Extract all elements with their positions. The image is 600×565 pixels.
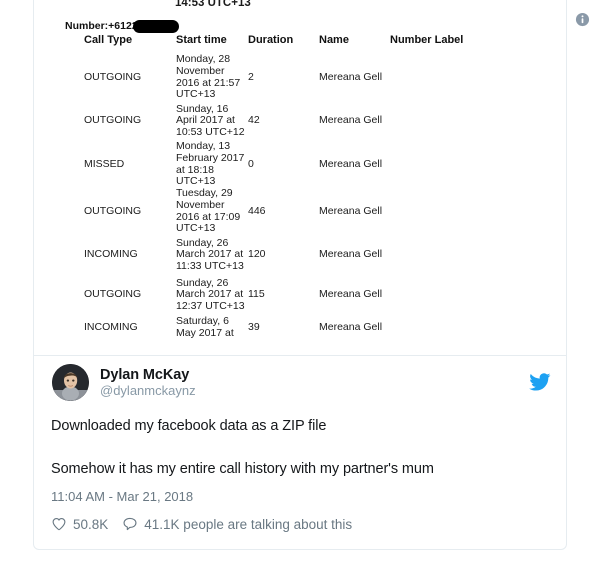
cell-number-label <box>390 275 566 315</box>
engagement-row: 50.8K 41.1K people are talking about thi… <box>51 516 352 532</box>
table-row: MISSED Monday, 13 February 2017 at 18:18… <box>34 141 566 188</box>
redaction-bar <box>133 19 179 33</box>
cell-number-label <box>390 141 566 188</box>
tweet-timestamp[interactable]: 11:04 AM - Mar 21, 2018 <box>51 489 193 504</box>
reply-button[interactable]: 41.1K people are talking about this <box>122 516 352 532</box>
table-row: OUTGOING Monday, 28 November 2016 at 21:… <box>34 54 566 101</box>
cell-start-time: Sunday, 26 March 2017 at 12:37 UTC+13 <box>176 276 245 312</box>
cell-name: Mereana Gell <box>319 70 383 83</box>
cell-start-time-text: Saturday, 6 May 2017 at <box>176 316 234 339</box>
column-header-name: Name <box>319 34 349 46</box>
table-header-row: Call Type Start time Duration Name Numbe… <box>34 32 566 54</box>
partial-cutoff-row: INCOMING Wednesday, 11 Jan 13 Missed Cal… <box>34 0 566 13</box>
tweet-text-line-2: Somehow it has my entire call history wi… <box>51 461 434 477</box>
comment-icon <box>122 516 138 532</box>
cell-name: Mereana Gell <box>319 114 383 127</box>
cell-number-label <box>390 188 566 235</box>
cell-name: Mereana Gell <box>319 204 383 217</box>
like-button[interactable]: 50.8K <box>51 516 108 532</box>
reply-count-text: 41.1K people are talking about this <box>144 516 353 532</box>
cell-number-label <box>390 101 566 141</box>
table-row: INCOMING Saturday, 6 May 2017 at 39 Mere… <box>34 315 566 341</box>
cell-name: Mereana Gell <box>319 321 383 334</box>
author-name[interactable]: Dylan McKay <box>100 367 196 383</box>
author-handle[interactable]: @dylanmckaynz <box>100 383 196 399</box>
cell-duration: 2 <box>248 70 254 83</box>
cell-call-type: OUTGOING <box>84 114 142 127</box>
cell-start-time: Sunday, 26 March 2017 at 11:33 UTC+13 <box>176 236 244 272</box>
cell-start-time: Sunday, 16 April 2017 at 10:53 UTC+12 <box>176 102 245 138</box>
twitter-bird-icon[interactable] <box>529 373 551 391</box>
cell-call-type: OUTGOING <box>84 70 142 83</box>
cell-call-type: OUTGOING <box>84 204 142 217</box>
cell-call-type: OUTGOING <box>84 288 142 301</box>
column-header-duration: Duration <box>248 34 294 46</box>
tweet-text-line-1: Downloaded my facebook data as a ZIP fil… <box>51 418 327 434</box>
like-count: 50.8K <box>73 516 109 532</box>
table-row: INCOMING Sunday, 26 March 2017 at 11:33 … <box>34 235 566 275</box>
cell-start-time: Monday, 13 February 2017 at 18:18 UTC+13 <box>176 140 245 188</box>
divider <box>34 355 566 356</box>
cell-start-time: Tuesday, 29 November 2016 at 17:09 UTC+1… <box>176 187 241 235</box>
cell-start-time: Monday, 28 November 2016 at 21:57 UTC+13 <box>176 53 241 101</box>
cell-duration: 0 <box>248 157 254 170</box>
cell-number-label <box>390 235 566 275</box>
heart-icon <box>51 516 67 532</box>
call-history-table: Call Type Start time Duration Name Numbe… <box>34 32 566 341</box>
column-header-call-type: Call Type <box>84 34 133 46</box>
table-row: OUTGOING Sunday, 16 April 2017 at 10:53 … <box>34 101 566 141</box>
cell-number-label <box>390 54 566 101</box>
cell-call-type: INCOMING <box>84 321 138 334</box>
cell-duration: 115 <box>248 288 265 301</box>
cell-call-type: MISSED <box>84 157 125 170</box>
call-log-screenshot[interactable]: INCOMING Wednesday, 11 Jan 13 Missed Cal… <box>34 0 566 356</box>
table-row: OUTGOING Sunday, 26 March 2017 at 12:37 … <box>34 275 566 315</box>
tweet-header[interactable]: Dylan McKay @dylanmckaynz <box>52 364 196 401</box>
tweet-card: INCOMING Wednesday, 11 Jan 13 Missed Cal… <box>33 0 567 550</box>
phone-number-label: Number:+61223 <box>65 20 144 32</box>
column-header-start-time: Start time <box>176 34 227 46</box>
cell-duration: 446 <box>248 204 266 217</box>
cell-name: Mereana Gell <box>319 288 383 301</box>
cell-number-label <box>390 315 566 341</box>
cell-start-time: Saturday, 6 May 2017 at <box>176 315 248 341</box>
author-block: Dylan McKay @dylanmckaynz <box>100 367 196 399</box>
table-row: OUTGOING Tuesday, 29 November 2016 at 17… <box>34 188 566 235</box>
avatar[interactable] <box>52 364 89 401</box>
cell-name: Mereana Gell <box>319 248 383 261</box>
cell-name: Mereana Gell <box>319 157 383 170</box>
cell-duration: 120 <box>248 248 266 261</box>
cell-duration: 42 <box>248 114 260 127</box>
info-icon[interactable] <box>575 12 590 27</box>
partial-row-time: 14:53 UTC+13 <box>175 0 251 9</box>
cell-call-type: INCOMING <box>84 248 138 261</box>
cell-duration: 39 <box>248 321 260 334</box>
column-header-number-label: Number Label <box>390 34 464 46</box>
